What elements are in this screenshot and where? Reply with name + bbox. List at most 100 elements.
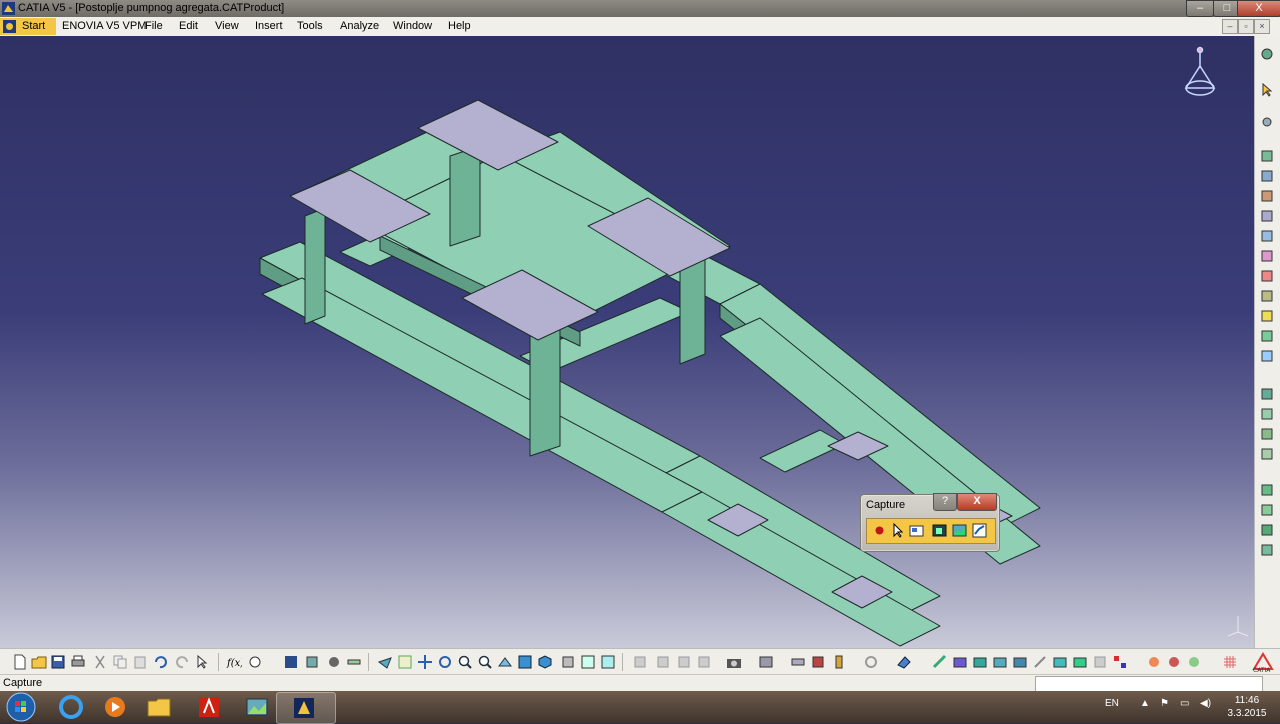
start-menu[interactable]: Start [0,18,56,35]
hide-show-icon[interactable] [580,654,596,670]
analysis-icon[interactable] [632,654,648,670]
knowledge-icon[interactable] [247,654,263,670]
render-icon[interactable] [1166,654,1182,670]
rotate-icon[interactable] [437,654,453,670]
menu-analyze[interactable]: Analyze [340,20,379,32]
offset-icon[interactable] [1259,446,1276,462]
fix-icon[interactable] [1259,502,1276,518]
undo-icon[interactable] [152,654,168,670]
swap-space-icon[interactable] [600,654,616,670]
component-icon[interactable] [1259,168,1276,184]
hole-icon[interactable] [1012,654,1028,670]
catalog-icon[interactable] [283,654,299,670]
whats-this-icon[interactable] [195,654,211,670]
slot-icon[interactable] [1052,654,1068,670]
pocket-icon[interactable] [972,654,988,670]
refresh-icon[interactable] [863,654,879,670]
formula-icon[interactable]: f(x) [226,654,242,670]
close-button[interactable]: X [1237,0,1280,17]
image-album-icon[interactable] [951,522,968,539]
new-file-icon[interactable] [12,654,28,670]
multi-instantiation-icon[interactable] [1259,288,1276,304]
network-icon[interactable]: ▭ [1180,698,1189,709]
angle-icon[interactable] [1259,482,1276,498]
material-icon[interactable] [326,654,342,670]
tree-icon[interactable] [304,654,320,670]
apply-material-icon[interactable] [1146,654,1162,670]
menu-enovia[interactable]: ENOVIA V5 VPM [62,20,146,32]
distance-icon[interactable] [696,654,712,670]
help-button[interactable]: ? [933,493,957,511]
workbench-icon[interactable] [1259,46,1276,62]
part-icon[interactable] [1259,188,1276,204]
graph-tree-icon[interactable] [1259,248,1276,264]
manipulation-icon[interactable] [1259,308,1276,324]
snap-icon[interactable] [1259,328,1276,344]
fly-mode-icon[interactable] [377,654,393,670]
save-icon[interactable] [50,654,66,670]
open-folder-icon[interactable] [31,654,47,670]
minimize-button[interactable]: – [1186,0,1214,17]
volume-icon[interactable]: ◀) [1200,698,1211,709]
pan-icon[interactable] [417,654,433,670]
zoom-out-icon[interactable] [477,654,493,670]
grid-icon[interactable] [1222,654,1238,670]
capture-mode-icon[interactable] [908,522,925,539]
menu-file[interactable]: File [145,20,163,32]
existing-component-icon[interactable] [1259,208,1276,224]
print-icon[interactable] [70,654,86,670]
contact-icon[interactable] [1259,426,1276,442]
pad-icon[interactable] [952,654,968,670]
menu-insert[interactable]: Insert [255,20,283,32]
constraint-icon[interactable] [1259,386,1276,402]
capture-toolbar[interactable]: Capture ? X [860,493,1000,552]
eraser-icon[interactable] [896,654,912,670]
sphere-icon[interactable] [1186,654,1202,670]
gear-icon[interactable] [1259,114,1276,130]
multi-section-icon[interactable] [1092,654,1108,670]
command-input[interactable] [1035,676,1263,692]
joints-icon[interactable] [810,654,826,670]
menu-tools[interactable]: Tools [297,20,323,32]
redo-icon[interactable] [175,654,191,670]
coincidence-icon[interactable] [1259,406,1276,422]
scenes-icon[interactable] [758,654,774,670]
camera-icon[interactable] [726,654,742,670]
menu-window[interactable]: Window [393,20,432,32]
doc-minimize-button[interactable]: – [1222,19,1238,34]
record-icon[interactable] [871,522,888,539]
menu-view[interactable]: View [215,20,239,32]
multi-view-icon[interactable] [517,654,533,670]
shaft-icon[interactable] [992,654,1008,670]
iso-view-icon[interactable] [537,654,553,670]
windows-start-icon[interactable] [6,692,36,722]
measure-icon[interactable] [346,654,362,670]
stiffener-icon[interactable] [1072,654,1088,670]
language-indicator[interactable]: EN [1105,698,1119,709]
clash-icon[interactable] [655,654,671,670]
skid-frame-model[interactable] [0,36,1254,648]
menu-edit[interactable]: Edit [179,20,198,32]
shaded-capture-icon[interactable] [931,522,948,539]
doc-restore-button[interactable]: ▫ [1238,19,1254,34]
product-icon[interactable] [1259,148,1276,164]
cut-icon[interactable] [92,654,108,670]
select-arrow-icon[interactable] [1259,82,1276,98]
paste-icon[interactable] [132,654,148,670]
normal-view-icon[interactable] [497,654,513,670]
system-clock[interactable]: 11:46 3.3.2015 [1224,694,1270,720]
tray-expand-icon[interactable]: ▲ [1140,698,1150,709]
action-center-icon[interactable]: ⚑ [1160,698,1169,709]
fix-together-icon[interactable] [1259,522,1276,538]
doc-close-button[interactable]: × [1254,19,1270,34]
sectioning-icon[interactable] [676,654,692,670]
pattern-icon[interactable] [1112,654,1128,670]
shading-icon[interactable] [560,654,576,670]
renumber-icon[interactable] [1259,268,1276,284]
copy-icon[interactable] [112,654,128,670]
menu-help[interactable]: Help [448,20,471,32]
update-icon[interactable] [1259,542,1276,558]
sheet-metal-icon[interactable] [790,654,806,670]
capture-close-button[interactable]: X [957,493,997,511]
taskbar-catia[interactable] [276,692,336,724]
